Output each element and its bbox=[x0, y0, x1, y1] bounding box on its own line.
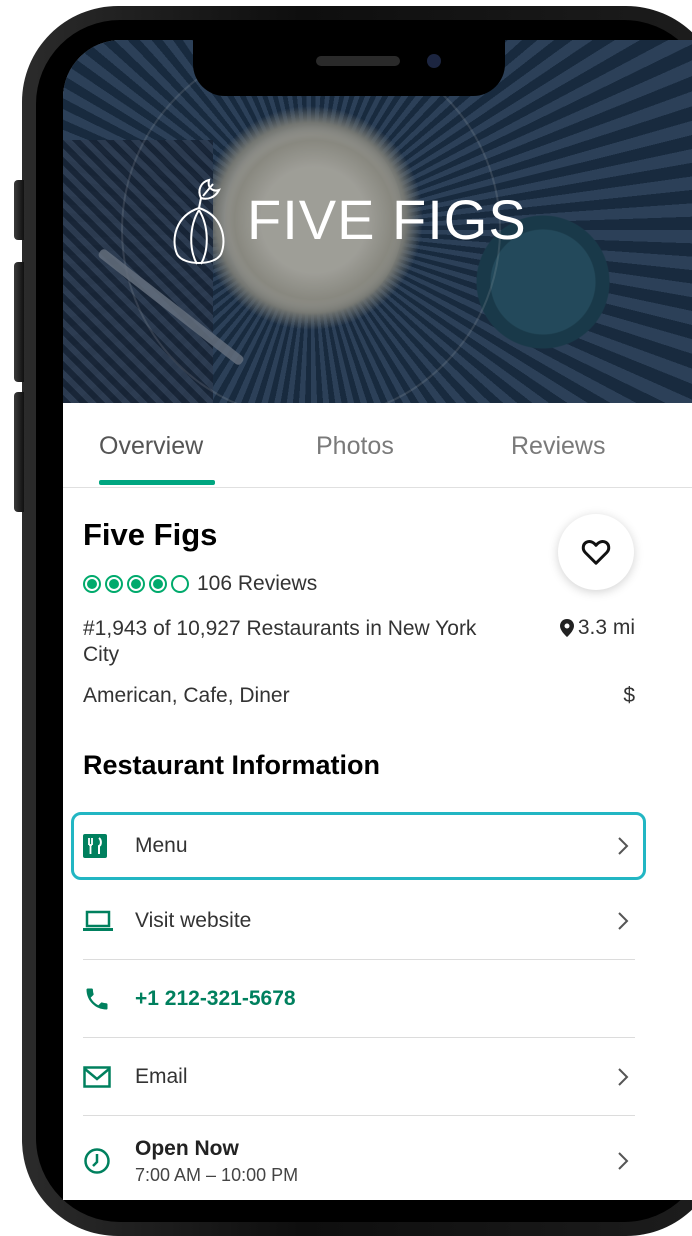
restaurant-logo: FIVE FIGS bbox=[163, 170, 527, 270]
chevron-right-icon bbox=[611, 836, 635, 856]
rating-bubble-filled bbox=[83, 575, 101, 593]
clock-icon bbox=[83, 1147, 135, 1175]
hours-range: 7:00 AM – 10:00 PM bbox=[135, 1164, 299, 1185]
menu-utensils-icon bbox=[83, 834, 135, 858]
hero-image: FIVE FIGS bbox=[63, 40, 692, 420]
phone-row[interactable]: +1 212-321-5678 bbox=[83, 960, 635, 1038]
cuisine-list: American, Cafe, Diner bbox=[83, 684, 290, 707]
tab-overview[interactable]: Overview bbox=[99, 432, 203, 461]
price-level: $ bbox=[623, 684, 635, 707]
mute-switch bbox=[14, 180, 24, 240]
restaurant-name: Five Figs bbox=[83, 517, 218, 552]
email-label: Email bbox=[135, 1065, 188, 1088]
map-pin-icon bbox=[559, 619, 574, 637]
notch-camera bbox=[427, 54, 441, 68]
device-notch bbox=[193, 40, 505, 96]
email-icon bbox=[83, 1066, 135, 1088]
rating-bubble-filled bbox=[127, 575, 145, 593]
volume-down-button bbox=[14, 392, 24, 512]
website-label: Visit website bbox=[135, 909, 252, 932]
rating-bubble-empty bbox=[171, 575, 189, 593]
chevron-right-icon bbox=[611, 1067, 635, 1087]
hours-row[interactable]: Open Now 7:00 AM – 10:00 PM bbox=[83, 1120, 635, 1200]
distance: 3.3 mi bbox=[559, 616, 635, 640]
ranking-text: #1,943 of 10,927 Restaurants in New York… bbox=[83, 617, 477, 666]
logo-text: FIVE FIGS bbox=[247, 188, 527, 251]
tab-reviews[interactable]: Reviews bbox=[511, 432, 605, 461]
review-count-link[interactable]: 106 Reviews bbox=[197, 572, 317, 596]
chevron-right-icon bbox=[611, 911, 635, 931]
tab-photos[interactable]: Photos bbox=[316, 432, 394, 461]
app-screen: FIVE FIGS Overview Photos Reviews Five F… bbox=[63, 40, 692, 1200]
hours-status: Open Now bbox=[135, 1136, 239, 1160]
phone-icon bbox=[83, 985, 135, 1013]
website-row[interactable]: Visit website bbox=[83, 882, 635, 960]
tab-active-indicator bbox=[99, 480, 215, 485]
menu-label: Menu bbox=[135, 834, 188, 857]
rating-bubble-filled bbox=[105, 575, 123, 593]
section-title: Restaurant Information bbox=[83, 750, 381, 780]
email-row[interactable]: Email bbox=[83, 1038, 635, 1116]
tab-bar: Overview Photos Reviews bbox=[63, 403, 692, 488]
rating-bubbles: 106 Reviews bbox=[83, 572, 317, 596]
row-divider bbox=[83, 1115, 635, 1116]
laptop-icon bbox=[83, 910, 135, 932]
menu-row[interactable]: Menu bbox=[83, 807, 635, 885]
phone-number-link: +1 212-321-5678 bbox=[135, 987, 296, 1010]
save-favorite-button[interactable] bbox=[558, 514, 634, 590]
notch-speaker bbox=[316, 56, 400, 66]
chevron-right-icon bbox=[611, 1151, 635, 1171]
heart-icon bbox=[581, 540, 611, 565]
hours-info: Open Now 7:00 AM – 10:00 PM bbox=[135, 1137, 611, 1186]
distance-value: 3.3 mi bbox=[577, 616, 635, 639]
rating-bubble-filled bbox=[149, 575, 167, 593]
volume-up-button bbox=[14, 262, 24, 382]
fig-logo-icon bbox=[163, 170, 235, 270]
